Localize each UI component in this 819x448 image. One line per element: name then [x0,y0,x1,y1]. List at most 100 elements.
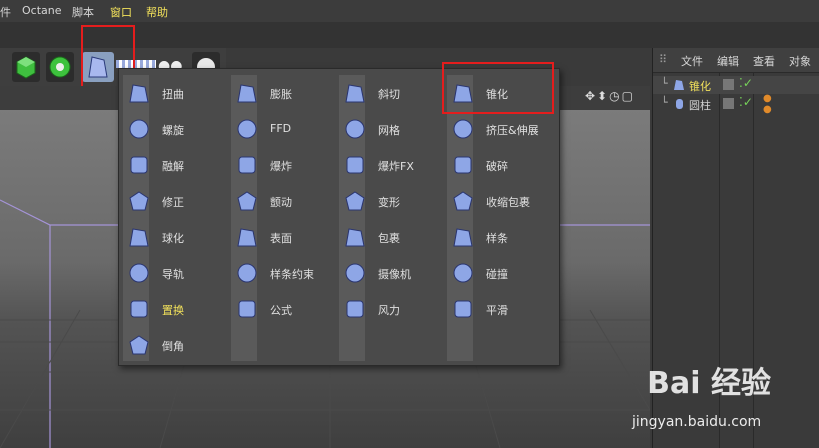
menu-item-label: 球化 [162,232,184,245]
taper-icon [674,80,684,90]
menu-item-shear[interactable]: 斜切 [339,75,447,109]
menu-item-surface[interactable]: 表面 [231,219,339,253]
tree-line-icon: └ [661,96,668,109]
menu-item-melt[interactable]: 融解 [123,147,231,181]
tab-object[interactable]: 对象 [789,53,811,69]
check-icon[interactable]: ⁚✓ [739,76,753,90]
watermark-brand: Bai 经验 [647,366,771,401]
menubar: 件 Octane 脚本 窗口 帮助 [0,0,819,23]
menu-item-formula[interactable]: 公式 [231,291,339,325]
squash-stretch-icon [452,118,474,140]
tree-line-icon: └ [661,77,668,90]
layer-icon[interactable] [723,79,734,90]
shrink-wrap-icon [452,190,474,212]
menu-item-label: 爆炸 [270,160,292,173]
menu-item-label: 公式 [270,304,292,317]
wind-icon [344,298,366,320]
menu-item-mesh[interactable]: 网格 [339,111,447,145]
menu-item-spline-wrap[interactable]: 样条约束 [231,255,339,289]
menu-item-label: 风力 [378,304,400,317]
menu-script[interactable]: 脚本 [72,4,94,20]
smoothing-icon [452,298,474,320]
menu-item-displace[interactable]: 置换 [123,291,231,325]
menu-octane[interactable]: Octane [22,4,62,17]
menu-item-label: 破碎 [486,160,508,173]
menu-item-smoothing[interactable]: 平滑 [447,291,555,325]
menu-item-twist[interactable]: 扭曲 [123,75,231,109]
spiral-icon [128,118,150,140]
subdivision-icon [49,56,71,78]
menu-item-label: 收缩包裹 [486,196,530,209]
spherify-icon [128,226,150,248]
object-name: 锥化 [689,80,711,93]
bulge-icon [236,82,258,104]
menu-item-jiggle[interactable]: 颤动 [231,183,339,217]
menu-item-correction[interactable]: 修正 [123,183,231,217]
menu-item-explosion-fx[interactable]: 爆炸FX [339,147,447,181]
menu-item-label: 斜切 [378,88,400,101]
menu-item-shatter[interactable]: 破碎 [447,147,555,181]
cube-icon [16,56,36,79]
menu-item-label: 样条 [486,232,508,245]
menu-item-label: 颤动 [270,196,292,209]
shear-icon [344,82,366,104]
menu-item-label: 平滑 [486,304,508,317]
menu-item-label: 摄像机 [378,268,411,281]
menu-item-collision[interactable]: 碰撞 [447,255,555,289]
bevel-icon [128,334,150,356]
cube-tool-button[interactable] [12,52,40,82]
menu-item-label: 倒角 [162,340,184,353]
menu-item-label: 置换 [162,304,184,317]
object-row[interactable]: └ 圆柱 ⁚✓ ● ● [653,93,819,115]
object-manager-tabs: ⠿ 文件 编辑 查看 对象 [653,48,819,73]
menu-item-label: 爆炸FX [378,160,414,173]
highlight-box-taper [442,62,554,114]
surface-icon [236,226,258,248]
menu-item-label: 挤压&伸展 [486,124,539,137]
menu-item-wind[interactable]: 风力 [339,291,447,325]
displace-icon [128,298,150,320]
menu-item-explosion[interactable]: 爆炸 [231,147,339,181]
menu-item-spiral[interactable]: 螺旋 [123,111,231,145]
menu-item-label: 包裹 [378,232,400,245]
layer-icon[interactable] [723,98,734,109]
cylinder-icon [676,99,683,109]
menu-item-squash-stretch[interactable]: 挤压&伸展 [447,111,555,145]
viewport-nav-icons[interactable]: ✥⬍◷▢ [585,89,645,107]
object-row[interactable]: └ 锥化 ⁚✓ [653,76,819,94]
menu-file-partial[interactable]: 件 [0,4,11,20]
ffd-icon [236,118,258,140]
menu-item-wrap[interactable]: 包裹 [339,219,447,253]
menu-item-rail[interactable]: 导轨 [123,255,231,289]
menu-item-label: 碰撞 [486,268,508,281]
menu-item-label: 膨胀 [270,88,292,101]
spline-wrap-icon [236,262,258,284]
menu-item-bevel[interactable]: 倒角 [123,327,231,361]
menu-item-label: FFD [270,122,292,135]
check-icon[interactable]: ⁚✓ [739,95,753,109]
menu-item-bulge[interactable]: 膨胀 [231,75,339,109]
menu-item-label: 导轨 [162,268,184,281]
menu-item-shrink-wrap[interactable]: 收缩包裹 [447,183,555,217]
material-tag-icon[interactable]: ● ● [763,93,772,115]
menu-item-label: 表面 [270,232,292,245]
collision-icon [452,262,474,284]
menu-item-spline[interactable]: 样条 [447,219,555,253]
menu-item-camera[interactable]: 摄像机 [339,255,447,289]
correction-icon [128,190,150,212]
menu-item-label: 网格 [378,124,400,137]
tab-file[interactable]: 文件 [681,53,703,69]
tab-edit[interactable]: 编辑 [717,53,739,69]
menu-window[interactable]: 窗口 [110,4,132,20]
menu-item-ffd[interactable]: FFD [231,111,339,145]
subdivision-tool-button[interactable] [46,52,74,82]
menu-item-spherify[interactable]: 球化 [123,219,231,253]
melt-icon [128,154,150,176]
panel-grip-icon[interactable]: ⠿ [659,53,667,66]
tab-view[interactable]: 查看 [753,53,775,69]
menu-item-label: 修正 [162,196,184,209]
menu-item-morph[interactable]: 变形 [339,183,447,217]
menu-help[interactable]: 帮助 [146,4,168,20]
wrap-icon [344,226,366,248]
morph-icon [344,190,366,212]
